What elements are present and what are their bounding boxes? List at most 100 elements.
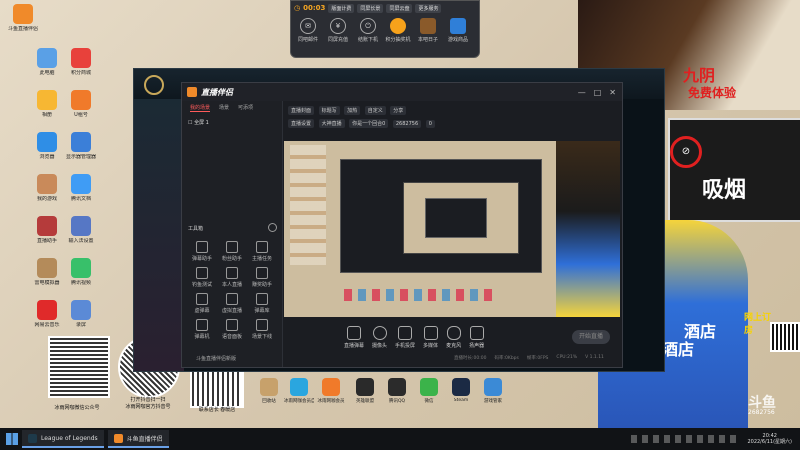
header-chip-custom[interactable]: 自定义 <box>364 106 386 115</box>
tool-10[interactable]: 语音面板 <box>220 319 244 340</box>
desktop-icon-14[interactable]: 录屏 <box>58 300 104 328</box>
phone-cast-button[interactable]: 手机投屏 <box>395 325 416 349</box>
desktop-icon-8[interactable]: 腾讯文档 <box>58 174 104 202</box>
tool-1[interactable]: 粉丝助手 <box>220 241 244 262</box>
room-category[interactable]: 大神直播 <box>318 119 345 128</box>
league-logo-icon <box>144 75 164 95</box>
tool-9[interactable]: 弹幕机 <box>190 319 214 340</box>
desktop-icon-10[interactable]: 输入法设置 <box>58 216 104 244</box>
header-chip-cover[interactable]: 直播封面 <box>288 106 315 115</box>
status-duration: 直播时长:00:00 <box>454 356 487 361</box>
room-setting[interactable]: 直播设置 <box>288 119 315 128</box>
phone-cast-label: 手机投屏 <box>395 342 416 349</box>
maximize-button[interactable]: □ <box>594 88 602 97</box>
taskbar-league[interactable]: League of Legends <box>22 430 104 448</box>
dock-icon-0[interactable]: 回收站 <box>254 378 284 404</box>
microphone-button[interactable]: 麦克风 <box>446 325 461 349</box>
mail-button[interactable]: ✉ 同吧邮件 <box>295 18 321 43</box>
recharge-button[interactable]: ¥ 同屏充值 <box>325 18 351 43</box>
preview-right-poster <box>556 141 620 317</box>
camera-button[interactable]: 摄像头 <box>372 325 387 349</box>
tab-my-scenes[interactable]: 我的场景 <box>190 104 211 112</box>
desktop-icon-12[interactable]: 腾讯视频 <box>58 258 104 286</box>
start-live-button[interactable]: 开始直播 <box>572 330 610 344</box>
desktop-icon-4[interactable]: U租号 <box>58 90 104 118</box>
dock-icon-5[interactable]: 微信 <box>414 378 444 404</box>
tray-icons <box>631 435 742 443</box>
tools-settings-icon[interactable] <box>268 223 277 232</box>
smoking-text: 吸烟 <box>702 178 747 203</box>
dock-icon-label: 英雄联盟 <box>356 399 374 404</box>
tool-4[interactable]: 本人直播 <box>220 267 244 288</box>
desktop-icon-0[interactable]: 斗鱼直播伴侣 <box>0 4 46 32</box>
footer-text: 斗鱼直播伴侣新版 <box>196 356 237 362</box>
tool-6[interactable]: 虚弹幕 <box>190 293 214 314</box>
tab-addable[interactable]: 可添项 <box>238 104 253 112</box>
mail-button-label: 同吧邮件 <box>297 37 318 43</box>
desktop-icon-2[interactable]: 积分商城 <box>58 48 104 76</box>
dock-icon-6[interactable]: Steam <box>446 378 476 403</box>
app-icon <box>71 132 91 152</box>
toolbar-chip-2[interactable]: 同屏长景 <box>357 3 384 13</box>
app-icon <box>37 90 57 110</box>
tool-icon <box>226 267 238 279</box>
dock-icon-4[interactable]: 腾讯QQ <box>382 378 412 404</box>
dock-icon-2[interactable]: 冰雨网咖会员 <box>316 378 346 404</box>
app-icon <box>71 174 91 194</box>
preview-nested-window <box>340 159 542 273</box>
shop-button[interactable]: 游戏商品 <box>445 18 471 43</box>
no-smoking-icon: ⊘ <box>670 136 702 168</box>
tool-3[interactable]: 钓鱼测试 <box>190 267 214 288</box>
dock-icon-1[interactable]: 冰雨网咖会员自助服务 <box>284 378 314 404</box>
taskbar-douyu[interactable]: 斗鱼直播伴侣 <box>107 430 169 448</box>
douyu-companion-window: 直播伴侣 — □ ✕ 我的场景 场景 可添项 ☐ 全屏 1 工具箱 弹幕助手 粉丝… <box>181 82 623 368</box>
app-icon <box>13 4 33 24</box>
minimize-button[interactable]: — <box>578 88 586 97</box>
scene-item-label: 全屏 1 <box>194 120 209 126</box>
daily-button[interactable]: 本吧日子 <box>415 18 441 43</box>
close-button[interactable]: ✕ <box>609 88 616 97</box>
app-icon <box>37 48 57 68</box>
app-icon <box>356 378 374 396</box>
tool-5[interactable]: 赚奖助手 <box>250 267 274 288</box>
tool-7[interactable]: 虚拟直播 <box>220 293 244 314</box>
toolbar-chip-4[interactable]: 更多服务 <box>415 3 442 13</box>
tool-label: 虚弹幕 <box>194 308 210 314</box>
clock[interactable]: 20:42 2022/6/11(星期六) <box>747 433 792 445</box>
tool-icon <box>196 319 208 331</box>
windows-start-icon[interactable] <box>6 433 18 445</box>
tool-icon <box>196 267 208 279</box>
toolbar-chip-1[interactable]: 版面计费 <box>328 3 355 13</box>
lottery-button[interactable]: 积分抽奖机 <box>385 18 411 43</box>
app-icon <box>71 90 91 110</box>
mail-icon: ✉ <box>300 18 316 34</box>
dock-icon-label: 微信 <box>424 399 434 404</box>
scene-item[interactable]: ☐ 全屏 1 <box>188 119 276 126</box>
tool-8[interactable]: 弹幕库 <box>250 293 274 314</box>
toolbar-chip-3[interactable]: 同屏云盘 <box>386 3 413 13</box>
header-chip-title[interactable]: 标题写 <box>318 106 340 115</box>
danmaku-button[interactable]: 直播弹幕 <box>344 325 364 349</box>
tab-scenes[interactable]: 场景 <box>219 104 229 112</box>
tool-11[interactable]: 场景下线 <box>250 319 274 340</box>
league-left-art <box>134 99 184 371</box>
logout-button[interactable]: ⏻ 结账下机 <box>355 18 381 43</box>
desktop-icon-6[interactable]: 显示器管理器 <box>58 132 104 160</box>
header-chip-heat[interactable]: 加热 <box>344 106 361 115</box>
app-icon <box>388 378 406 396</box>
status-fps: 帧率:0FPS <box>526 356 549 361</box>
tool-0[interactable]: 弹幕助手 <box>190 241 214 262</box>
dock-icon-3[interactable]: 英雄联盟 <box>350 378 380 404</box>
app-icon <box>322 378 340 396</box>
speaker-button[interactable]: 扬声器 <box>469 325 485 349</box>
desktop-icon-label: U租号 <box>74 112 88 118</box>
camera-icon <box>372 325 387 340</box>
tool-icon <box>256 319 268 331</box>
dock-icon-7[interactable]: 游戏管家 <box>478 378 508 404</box>
app-icon <box>37 216 57 236</box>
speaker-label: 扬声器 <box>469 342 485 349</box>
header-chip-share[interactable]: 分享 <box>390 106 407 115</box>
tool-2[interactable]: 主播任务 <box>250 241 274 262</box>
media-button[interactable]: 多媒体 <box>423 325 438 349</box>
control-bar: 直播弹幕 摄像头 手机投屏 多媒体 麦克风 扬声器 开始直播 <box>284 321 620 353</box>
